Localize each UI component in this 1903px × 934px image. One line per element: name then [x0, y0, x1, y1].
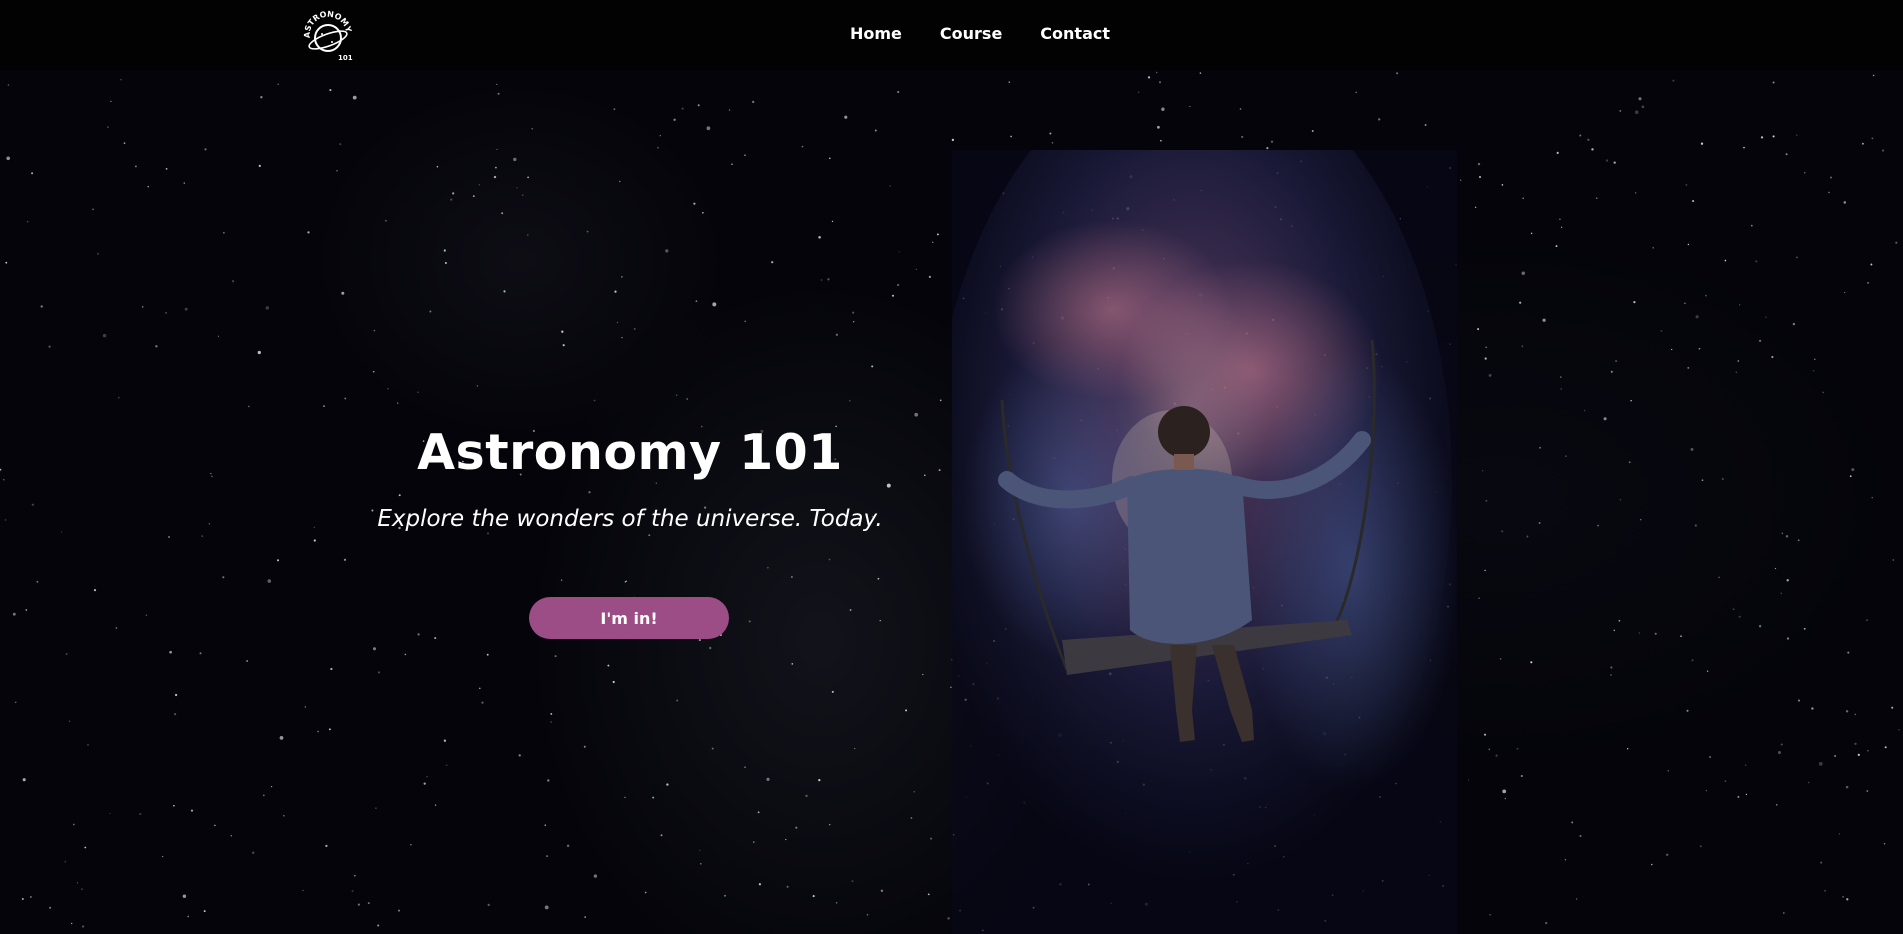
logo-text-bottom: 101: [338, 54, 353, 62]
logo[interactable]: ASTRONOMY 101: [302, 10, 354, 62]
swing-galaxy-illustration: [952, 150, 1457, 934]
nav-link-contact[interactable]: Contact: [1040, 24, 1110, 43]
hero-title: Astronomy 101: [417, 424, 843, 481]
navbar: ASTRONOMY 101 Home Course Contact: [0, 0, 1903, 70]
planet-logo-icon: ASTRONOMY 101: [303, 10, 353, 62]
landing-page: ASTRONOMY 101 Home Course Contact Astron…: [0, 0, 1903, 934]
nav-link-course[interactable]: Course: [940, 24, 1002, 43]
hero-image: [952, 150, 1457, 934]
nav-link-home[interactable]: Home: [850, 24, 902, 43]
im-in-button[interactable]: I'm in!: [529, 597, 729, 639]
hero-subtitle: Explore the wonders of the universe. Tod…: [377, 506, 883, 532]
nav-links: Home Course Contact: [850, 24, 1148, 43]
